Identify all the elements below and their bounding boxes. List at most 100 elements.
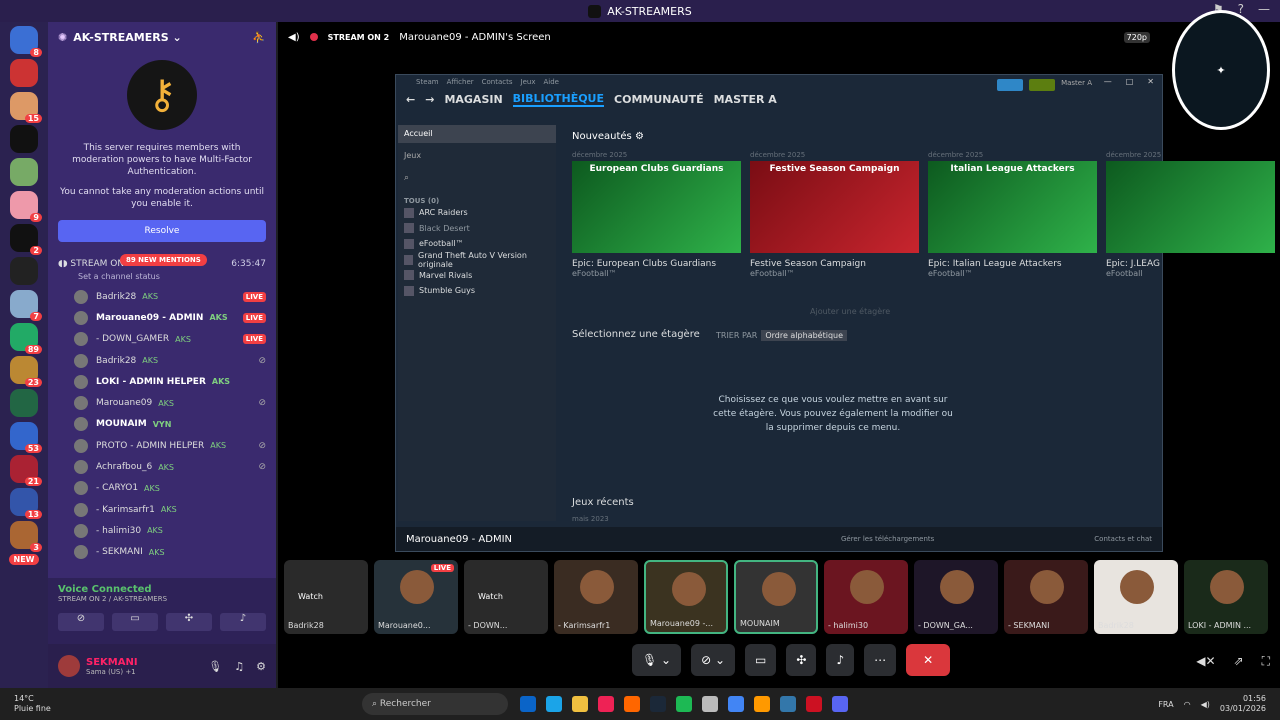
watch-button[interactable]: Watch bbox=[478, 592, 503, 601]
wifi-icon[interactable]: ◠ bbox=[1184, 700, 1191, 709]
back-icon[interactable]: ← bbox=[406, 93, 415, 106]
server-icon[interactable]: 15 bbox=[10, 92, 42, 123]
participant-tile[interactable]: - DOWN_GA... bbox=[914, 560, 998, 634]
server-icon[interactable]: 53 bbox=[10, 422, 42, 453]
server-header[interactable]: ✺ AK-STREAMERS ⌄ ⛹ bbox=[48, 22, 276, 52]
taskbar-search[interactable]: ⌕ Rechercher bbox=[362, 693, 508, 715]
recent-games-title[interactable]: Jeux récents bbox=[572, 497, 634, 508]
headphones-icon[interactable]: ♫ bbox=[234, 660, 244, 673]
gear-icon[interactable]: ⚙ bbox=[635, 131, 644, 142]
steam-menu-item[interactable]: Jeux bbox=[521, 78, 536, 86]
participant-tile[interactable]: LOKI - ADMIN ... bbox=[1184, 560, 1268, 634]
camera-off-button[interactable]: ⊘ bbox=[58, 613, 104, 631]
invite-icon[interactable]: ⛹ bbox=[252, 31, 266, 44]
taskbar-app-icon[interactable] bbox=[754, 696, 770, 712]
voice-member[interactable]: Badrik28 AKS LIVE bbox=[74, 286, 266, 307]
nav-community[interactable]: COMMUNAUTÉ bbox=[614, 93, 704, 106]
voice-member[interactable]: Marouane09 - ADMIN AKS LIVE bbox=[74, 307, 266, 328]
voice-member[interactable]: PROTO - ADMIN HELPER AKS ⊘ bbox=[74, 435, 266, 456]
soundboard-button[interactable]: ♪ bbox=[220, 613, 266, 631]
add-shelf-button[interactable]: Ajouter une étagère bbox=[810, 307, 890, 316]
share-screen-button[interactable]: ▭ bbox=[745, 644, 777, 676]
server-icon[interactable]: 13 bbox=[10, 488, 42, 519]
gear-icon[interactable]: ⚙ bbox=[256, 660, 266, 673]
voice-channel-stream[interactable]: ◖◗ STREAM ON 2 89 NEW MENTIONS 6:35:47 bbox=[48, 254, 276, 272]
voice-channel[interactable]: STREAM ON 2 / AK-STREAMERS bbox=[58, 595, 266, 603]
taskbar-app-icon[interactable] bbox=[728, 696, 744, 712]
taskbar-app-icon[interactable] bbox=[780, 696, 796, 712]
clock[interactable]: 01:56 03/01/2026 bbox=[1220, 694, 1266, 714]
steam-menu-item[interactable]: Contacts bbox=[482, 78, 513, 86]
language-indicator[interactable]: FRA bbox=[1158, 700, 1173, 709]
server-icon[interactable] bbox=[10, 257, 38, 285]
notification-button[interactable] bbox=[1029, 79, 1056, 91]
mic-icon[interactable]: 🎙 bbox=[208, 660, 222, 673]
participant-tile[interactable]: - SEKMANI bbox=[1004, 560, 1088, 634]
server-icon[interactable]: 3 bbox=[10, 521, 42, 552]
more-button[interactable]: ⋯ bbox=[864, 644, 897, 676]
participant-tile[interactable]: MOUNAIM bbox=[734, 560, 818, 634]
volume-off-icon[interactable]: ◀✕ bbox=[1196, 654, 1215, 669]
mic-button[interactable]: 🎙 ⌄ bbox=[632, 644, 682, 676]
participant-tile[interactable]: LIVE Marouane0... bbox=[374, 560, 458, 634]
participant-tile[interactable]: Watch Badrik28 bbox=[284, 560, 368, 634]
contacts-link[interactable]: Contacts et chat bbox=[1094, 535, 1152, 543]
forward-icon[interactable]: → bbox=[425, 93, 434, 106]
activities-button[interactable]: ✣ bbox=[786, 644, 817, 676]
channel-status[interactable]: Set a channel status bbox=[48, 272, 276, 286]
taskbar-app-icon[interactable] bbox=[572, 696, 588, 712]
server-icon[interactable]: 23 bbox=[10, 356, 42, 387]
steam-menu-item[interactable]: Steam bbox=[416, 78, 439, 86]
news-card[interactable]: décembre 2025 Festive Season Campaign Fest… bbox=[750, 151, 919, 278]
voice-member[interactable]: MOUNAIM VYN bbox=[74, 414, 266, 435]
taskbar-app-icon[interactable] bbox=[546, 696, 562, 712]
participant-tile[interactable]: Watch - DOWN... bbox=[464, 560, 548, 634]
news-card[interactable]: décembre 2025 Italian League Attackers Epi… bbox=[928, 151, 1097, 278]
game-item[interactable]: eFootball™ bbox=[404, 236, 550, 252]
close-icon[interactable]: ✕ bbox=[1147, 77, 1154, 86]
voice-member[interactable]: - DOWN_GAMER AKS LIVE bbox=[74, 329, 266, 350]
watch-button[interactable]: Watch bbox=[298, 592, 323, 601]
server-icon[interactable]: 2 bbox=[10, 224, 42, 255]
game-item[interactable]: ARC Raiders bbox=[404, 205, 550, 221]
soundboard-button[interactable]: ♪ bbox=[826, 644, 855, 676]
camera-button[interactable]: ⊘ ⌄ bbox=[691, 644, 736, 676]
stop-watching-button[interactable]: ✕ bbox=[906, 644, 951, 676]
server-icon[interactable]: 9 bbox=[10, 191, 42, 222]
screen-share-button[interactable]: ▭ bbox=[112, 613, 158, 631]
account-menu[interactable]: Master A bbox=[1061, 79, 1092, 91]
participant-tile[interactable]: - halimi30 bbox=[824, 560, 908, 634]
taskbar-app-icon[interactable] bbox=[702, 696, 718, 712]
server-icon[interactable]: 7 bbox=[10, 290, 42, 321]
nav-profile[interactable]: MASTER A bbox=[714, 93, 777, 106]
downloads-link[interactable]: Gérer les téléchargements bbox=[841, 535, 934, 543]
participant-tile[interactable]: Badrik28 bbox=[1094, 560, 1178, 634]
new-badge[interactable]: NEW bbox=[8, 554, 40, 565]
activities-button[interactable]: ✣ bbox=[166, 613, 212, 631]
avatar[interactable] bbox=[58, 655, 80, 677]
home-button[interactable]: Accueil bbox=[398, 125, 556, 143]
minimize-icon[interactable]: — bbox=[1258, 2, 1270, 16]
nav-library[interactable]: BIBLIOTHÈQUE bbox=[512, 92, 605, 107]
taskbar-app-icon[interactable] bbox=[832, 696, 848, 712]
search-icon[interactable]: ⌕ bbox=[398, 173, 556, 187]
server-icon[interactable] bbox=[10, 158, 38, 186]
sort-select[interactable]: Ordre alphabétique bbox=[761, 330, 848, 341]
game-item[interactable]: Black Desert bbox=[404, 221, 550, 237]
voice-member[interactable]: Achrafbou_6 AKS ⊘ bbox=[74, 456, 266, 477]
volume-icon[interactable]: ◀) bbox=[288, 32, 300, 43]
voice-member[interactable]: LOKI - ADMIN HELPER AKS bbox=[74, 371, 266, 392]
participant-tile[interactable]: - Karimsarfr1 bbox=[554, 560, 638, 634]
voice-member[interactable]: - Karimsarfr1 AKS bbox=[74, 499, 266, 520]
voice-member[interactable]: - SEKMANI AKS bbox=[74, 542, 266, 563]
popout-icon[interactable]: ⇗ bbox=[1234, 654, 1244, 669]
news-card[interactable]: décembre 2025 European Clubs Guardians Epi… bbox=[572, 151, 741, 278]
resolve-button[interactable]: Resolve bbox=[58, 220, 266, 242]
mentions-badge[interactable]: 89 NEW MENTIONS bbox=[120, 254, 207, 266]
server-icon[interactable]: 89 bbox=[10, 323, 42, 354]
voice-member[interactable]: - halimi30 AKS bbox=[74, 520, 266, 541]
weather-widget[interactable]: 14°C Pluie fine bbox=[0, 694, 80, 714]
taskbar-app-icon[interactable] bbox=[624, 696, 640, 712]
server-icon[interactable]: 21 bbox=[10, 455, 42, 486]
server-icon[interactable] bbox=[10, 125, 38, 153]
